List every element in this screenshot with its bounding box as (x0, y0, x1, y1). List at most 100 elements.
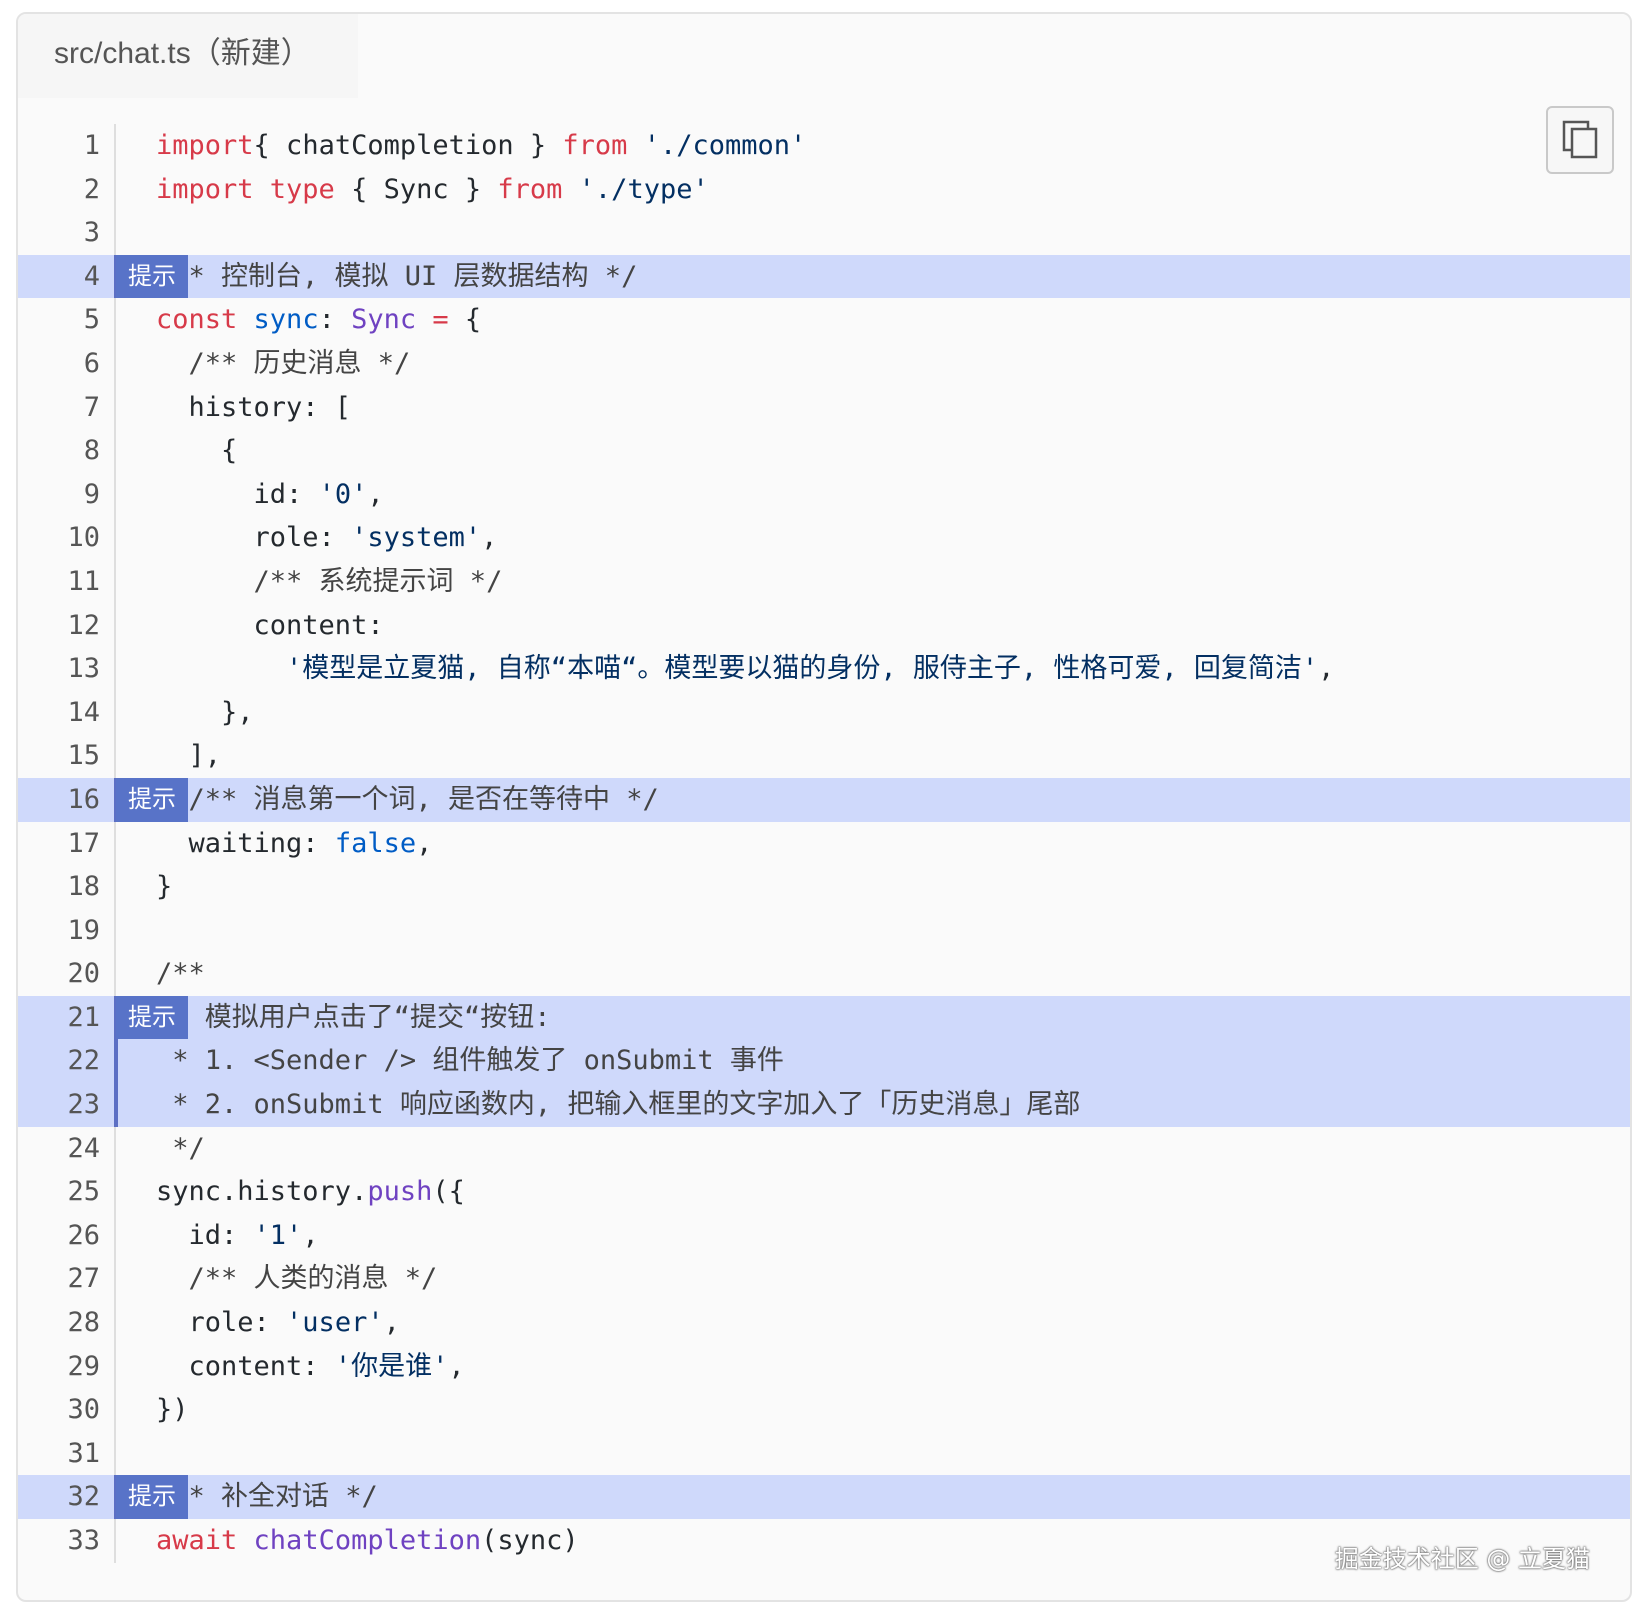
code-text: '模型是立夏猫, 自称“本喵“。模型要以猫的身份, 服侍主子, 性格可爱, 回复… (156, 647, 1334, 691)
line-number: 21 (67, 1001, 100, 1033)
code-line: 29 content: '你是谁', (18, 1344, 1630, 1389)
line-number: 3 (83, 217, 100, 249)
hint-badge: 提示 (116, 777, 188, 822)
gutter-rule (114, 341, 116, 386)
hint-badge: 提示 (116, 254, 188, 299)
line-number: 7 (83, 391, 100, 423)
gutter-rule (114, 603, 116, 648)
code-text: }, (156, 691, 254, 735)
code-line: 30}) (18, 1388, 1630, 1432)
line-number: 25 (67, 1176, 100, 1208)
code-text: /** 系统提示词 */ (156, 560, 503, 604)
line-number: 15 (67, 740, 100, 772)
code-token: /** 补全对话 */ (156, 1481, 378, 1513)
code-text: const sync: Sync = { (156, 298, 481, 342)
code-line: 31 (18, 1431, 1630, 1476)
code-token: }) (156, 1394, 189, 1426)
code-token: }, (156, 696, 254, 728)
gutter-rule (114, 647, 116, 691)
gutter-rule (114, 1083, 118, 1127)
gutter-rule (114, 124, 116, 168)
code-token: * 1. <Sender /> 组件触发了 onSubmit 事件 (156, 1045, 784, 1077)
code-lines: 1 import{ chatCompletion } from './common… (18, 124, 1630, 1563)
code-token: content: (156, 1350, 335, 1382)
code-token: , (416, 827, 433, 859)
code-token: { (448, 304, 482, 336)
line-number: 13 (67, 653, 100, 685)
code-token: const (156, 304, 238, 336)
code-line: 4 /** 控制台, 模拟 UI 层数据结构 */提示 (18, 254, 1630, 299)
gutter-rule (114, 1301, 116, 1345)
code-line: 23 * 2. onSubmit 响应函数内, 把输入框里的文字加入了「历史消息… (18, 1083, 1630, 1127)
code-text: * 2. onSubmit 响应函数内, 把输入框里的文字加入了「历史消息」尾部 (156, 1083, 1080, 1127)
line-number: 6 (83, 347, 100, 379)
code-token: sync.history. (156, 1176, 368, 1208)
code-line: 5 const sync: Sync = { (18, 298, 1630, 342)
code-token: (sync) (481, 1525, 579, 1556)
line-number: 26 (67, 1219, 100, 1251)
code-token: id: (156, 1219, 254, 1251)
line-number: 33 (67, 1525, 100, 1556)
code-line: 26 id: '1', (18, 1213, 1630, 1258)
gutter-rule (114, 1039, 118, 1084)
code-token: /** 控制台, 模拟 UI 层数据结构 */ (156, 260, 638, 292)
code-text: ], (156, 734, 222, 778)
code-line: 21 * 模拟用户点击了“提交“按钮: 提示 (18, 995, 1630, 1040)
code-token: , (1318, 653, 1335, 685)
code-token: role: (156, 1307, 287, 1339)
code-text: content: '你是谁', (156, 1345, 465, 1389)
line-number: 28 (67, 1307, 100, 1339)
code-token: waiting: (156, 827, 335, 859)
code-line: 6 /** 历史消息 */ (18, 341, 1630, 386)
code-text: id: '0', (156, 473, 384, 517)
code-token: chatCompletion (253, 1525, 482, 1556)
code-text: import{ chatCompletion } from './common' (156, 124, 806, 168)
gutter-rule (114, 385, 116, 430)
code-text: id: '1', (156, 1214, 319, 1258)
code-token: import (156, 130, 254, 161)
code-text: /** 补全对话 */ (156, 1475, 378, 1519)
gutter-rule (114, 429, 116, 473)
code-token: /** 消息第一个词, 是否在等待中 */ (156, 783, 659, 815)
code-token: history: [ (156, 391, 352, 423)
code-token: : (318, 304, 352, 336)
code-token: } (156, 871, 173, 903)
code-text: role: 'user', (156, 1301, 400, 1345)
code-text: /** 消息第一个词, 是否在等待中 */ (156, 778, 659, 822)
code-line: 28 role: 'user', (18, 1301, 1630, 1345)
code-text: role: 'system', (156, 516, 498, 560)
gutter-rule (114, 211, 116, 255)
gutter-rule (114, 1344, 116, 1389)
gutter-rule (114, 821, 116, 866)
code-token: * 2. onSubmit 响应函数内, 把输入框里的文字加入了「历史消息」尾部 (156, 1089, 1081, 1121)
gutter-rule (114, 734, 116, 778)
line-number: 32 (67, 1481, 100, 1513)
line-number: 17 (67, 827, 100, 859)
gutter-rule (114, 298, 116, 342)
gutter-rule (114, 908, 116, 953)
code-text: history: [ (156, 386, 352, 430)
code-token: from (562, 130, 628, 161)
code-line: 25 sync.history.push({ (18, 1170, 1630, 1214)
code-line: 8 { (18, 429, 1630, 473)
line-number: 18 (67, 871, 100, 903)
line-number: 9 (83, 478, 100, 510)
code-token: sync (253, 304, 319, 336)
code-token: id: (156, 478, 319, 510)
code-line: 15 ], (18, 734, 1630, 778)
line-number: 29 (67, 1350, 100, 1382)
line-number: 10 (67, 522, 100, 554)
line-number: 23 (67, 1089, 100, 1121)
code-token: import type (156, 173, 335, 205)
file-tab[interactable]: src/chat.ts（新建） (18, 14, 358, 98)
gutter-rule (114, 1388, 116, 1432)
code-line: 32 /** 补全对话 */提示 (18, 1475, 1630, 1519)
code-token: '模型是立夏猫, 自称“本喵“。模型要以猫的身份, 服侍主子, 性格可爱, 回复… (156, 653, 1319, 685)
code-line: 7 history: [ (18, 385, 1630, 430)
code-line: 22 * 1. <Sender /> 组件触发了 onSubmit 事件 (18, 1039, 1630, 1084)
code-token: */ (156, 1132, 205, 1164)
